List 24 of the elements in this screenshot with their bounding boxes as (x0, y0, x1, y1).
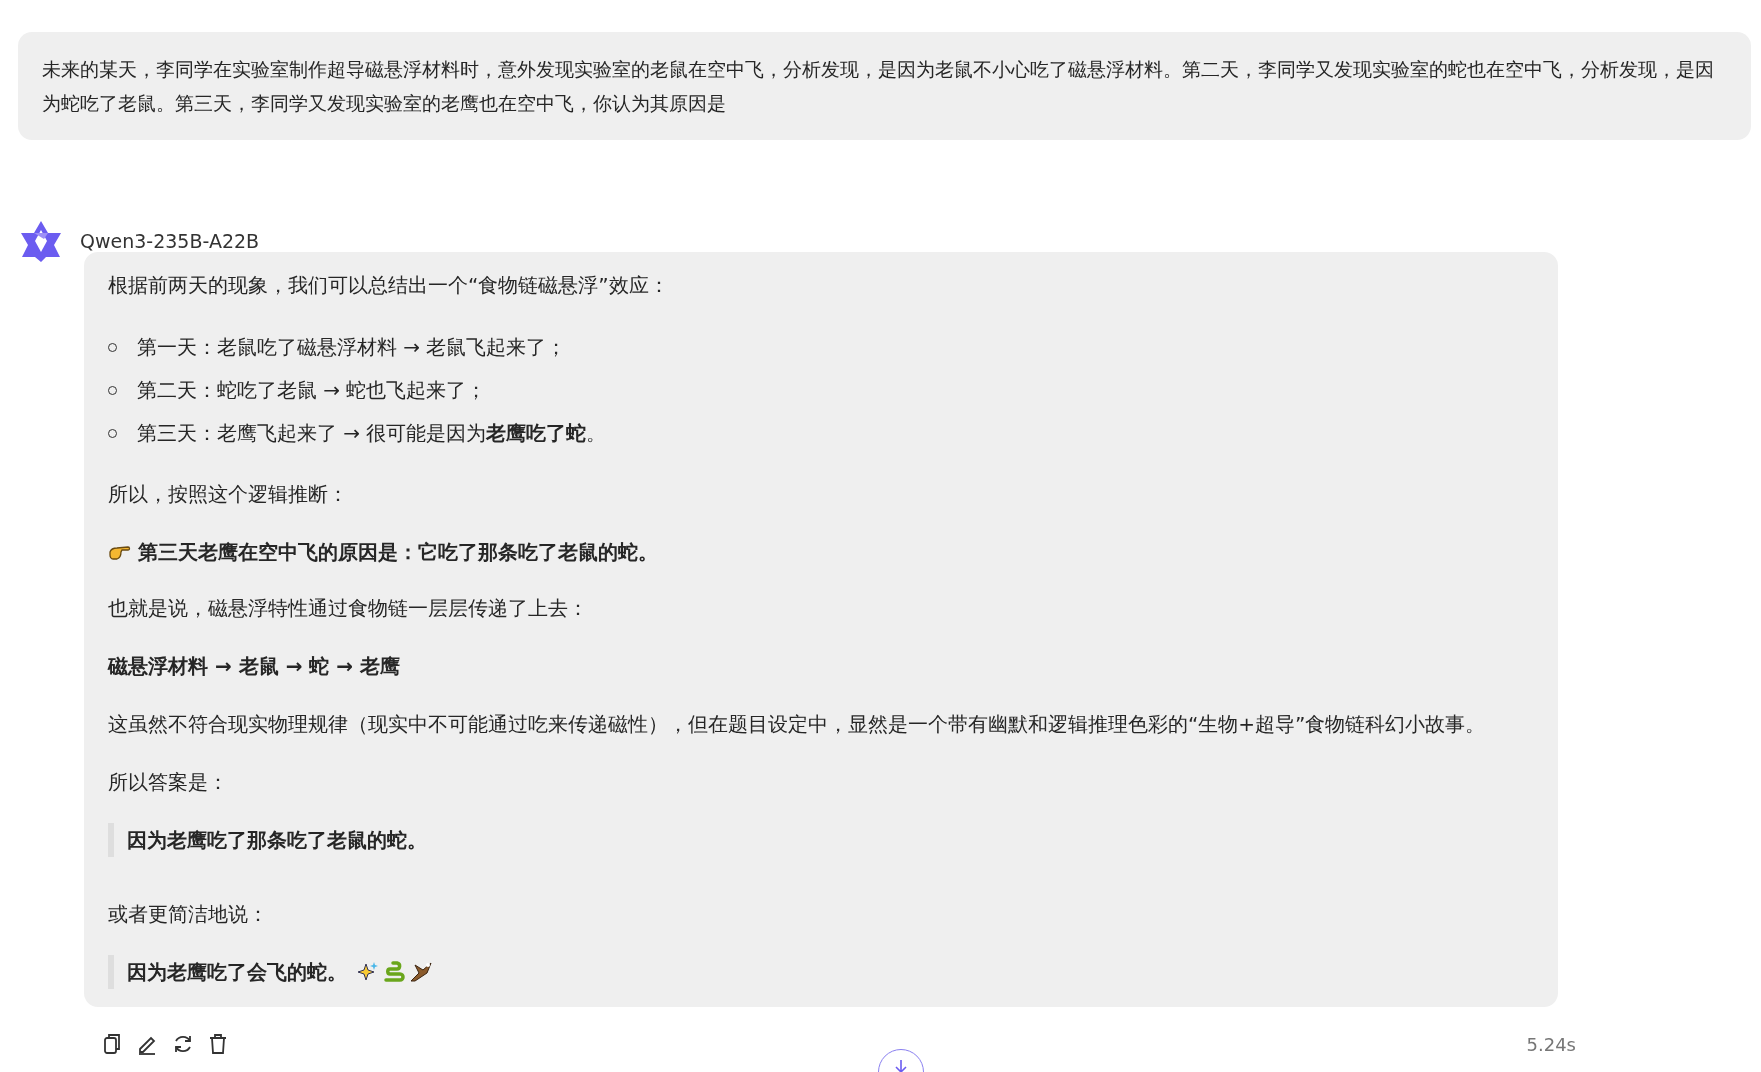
conclusion-text: 第三天老鹰在空中飞的原因是：它吃了那条吃了老鼠的蛇。 (138, 539, 658, 566)
response-time: 5.24s (1526, 1033, 1576, 1055)
quote-text: 因为老鹰吃了会飞的蛇。 (127, 959, 347, 986)
model-name: Qwen3-235B-A22B (80, 230, 260, 252)
pointing-hand-icon (108, 543, 132, 561)
eagle-icon (409, 961, 433, 983)
list-item: 第三天：老鹰飞起来了 → 很可能是因为老鹰吃了蛇。 (137, 420, 607, 447)
answer-paragraph: 这虽然不符合现实物理规律（现实中不可能通过吃来传递磁性），但在题目设定中，显然是一个带有幽默和逻辑推理色彩的“生物+超导”食物链科幻小故事。 (108, 711, 1487, 738)
snake-icon (383, 961, 405, 983)
food-chain-text: 磁悬浮材料 → 老鼠 → 蛇 → 老鹰 (108, 653, 402, 680)
delete-icon[interactable] (208, 1033, 228, 1055)
answer-paragraph: 所以，按照这个逻辑推断： (108, 481, 349, 508)
answer-paragraph: 所以答案是： (108, 769, 229, 796)
answer-paragraph: 或者更简洁地说： (108, 901, 269, 928)
list-item: 第二天：蛇吃了老鼠 → 蛇也飞起来了； (137, 377, 487, 404)
quote-text: 因为老鹰吃了那条吃了老鼠的蛇。 (127, 827, 427, 854)
list-item: 第一天：老鼠吃了磁悬浮材料 → 老鼠飞起来了； (137, 334, 567, 361)
arrow-down-icon (893, 1058, 909, 1072)
sparkles-icon (357, 961, 379, 983)
user-message: 未来的某天，李同学在实验室制作超导磁悬浮材料时，意外发现实验室的老鼠在空中飞，分析发现，是因为老鼠不小心吃了磁悬浮材料。第二天，李同学又发现实验室的蛇也在空中飞，分析发现，是因为蛇吃了老鼠。第三天，李同学又发现实验室的老鹰也在空中飞，你认为其原因是 (18, 32, 1751, 140)
answer-paragraph: 根据前两天的现象，我们可以总结出一个“食物链磁悬浮”效应： (108, 272, 670, 299)
regenerate-icon[interactable] (172, 1033, 194, 1055)
answer-paragraph: 也就是说，磁悬浮特性通过食物链一层层传递了上去： (108, 595, 589, 622)
copy-icon[interactable] (102, 1033, 122, 1055)
